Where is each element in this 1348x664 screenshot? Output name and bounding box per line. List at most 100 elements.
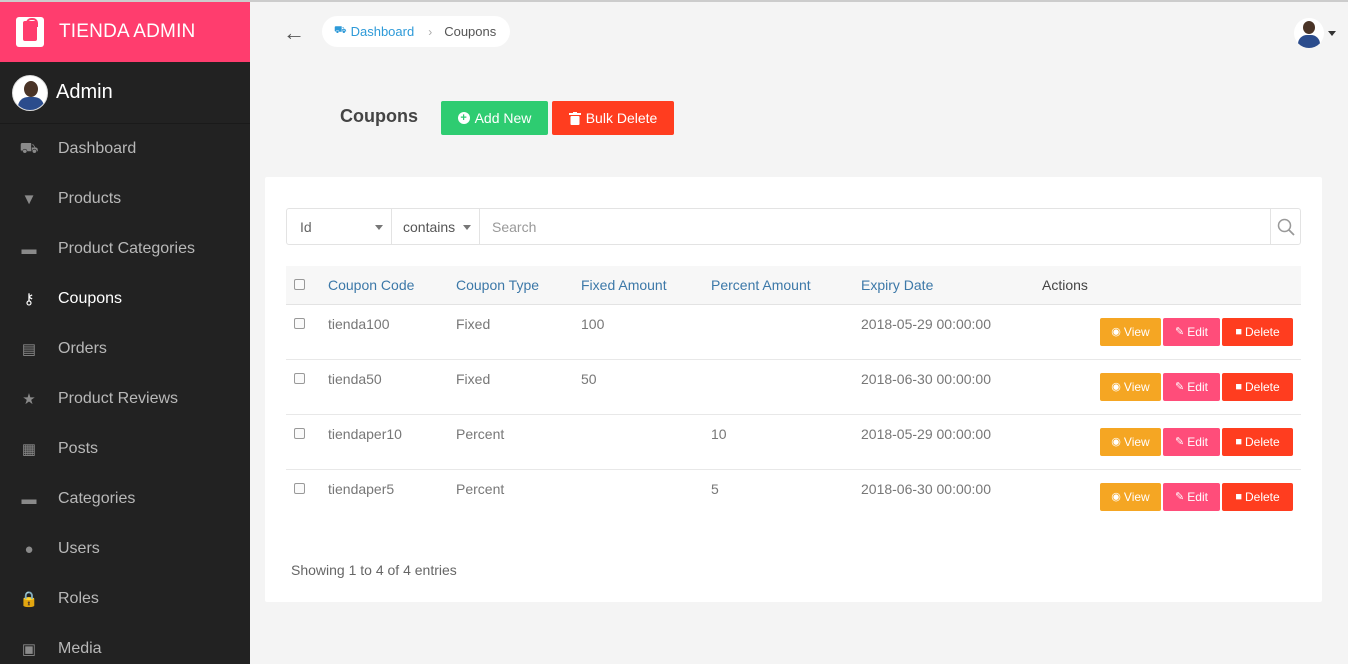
sidebar-item-dashboard[interactable]: ⛟ Dashboard	[0, 124, 250, 174]
col-coupon-type[interactable]: Coupon Type	[456, 266, 581, 304]
chevron-right-icon: ›	[428, 24, 433, 39]
table-row: tiendaper5 Percent 5 2018-06-30 00:00:00 ◉ Vi…	[286, 469, 1301, 524]
delete-label: Delete	[1244, 380, 1280, 394]
sidebar-item-label: Dashboard	[58, 140, 137, 157]
col-fixed-amount[interactable]: Fixed Amount	[581, 266, 711, 304]
view-label: View	[1123, 324, 1150, 339]
select-all-checkbox[interactable]	[294, 278, 305, 290]
caret-down-icon	[375, 225, 383, 230]
sidebar-item-users[interactable]: ● Users	[0, 524, 250, 574]
bulk-delete-button[interactable]: Bulk Delete	[552, 101, 674, 135]
shopping-bag-icon	[16, 17, 44, 47]
sidebar-item-roles[interactable]: 🔒 Roles	[0, 574, 250, 624]
trash-icon: ■	[1235, 491, 1242, 503]
sidebar-item-media[interactable]: ▣ Media	[0, 624, 250, 664]
row-select-cell	[286, 359, 328, 414]
sidebar: TIENDA ADMIN Admin ⛟ Dashboard ▼ Products ▬ P…	[0, 2, 250, 664]
search-button[interactable]	[1270, 209, 1300, 244]
row-checkbox[interactable]	[294, 427, 305, 439]
edit-button[interactable]: ✎ Edit	[1163, 317, 1220, 346]
edit-icon: ✎	[1175, 326, 1185, 338]
cell-coupon-type: Percent	[456, 480, 505, 497]
row-checkbox[interactable]	[294, 317, 305, 329]
cell-fixed-amount	[581, 469, 711, 524]
brand-title: TIENDA ADMIN	[59, 21, 196, 42]
delete-button[interactable]: ■ Delete	[1222, 373, 1293, 401]
sidebar-item-categories[interactable]: ▬ Categories	[0, 474, 250, 524]
delete-label: Delete	[1244, 325, 1280, 339]
search-field-select[interactable]: Id	[287, 209, 392, 244]
coupons-table: Coupon Code Coupon Type Fixed Amount Per…	[286, 266, 1301, 524]
user-menu-avatar[interactable]	[1294, 18, 1324, 48]
image-icon: ▣	[21, 641, 37, 658]
breadcrumb-home-label: Dashboard	[350, 24, 415, 39]
edit-button[interactable]: ✎ Edit	[1163, 372, 1220, 401]
cell-percent-amount: 5	[711, 480, 719, 497]
eye-icon: ◉	[1111, 381, 1121, 393]
edit-label: Edit	[1187, 379, 1208, 394]
user-panel[interactable]: Admin	[0, 62, 250, 124]
add-new-label: Add New	[474, 110, 532, 126]
view-button[interactable]: ◉ View	[1100, 317, 1161, 346]
sidebar-item-label: Coupons	[58, 290, 123, 307]
cell-coupon-code: tiendaper10	[328, 425, 402, 442]
delete-button[interactable]: ■ Delete	[1222, 318, 1293, 346]
trash-icon: ■	[1235, 326, 1242, 338]
dashboard-icon: ⛟	[334, 25, 347, 36]
sidebar-item-product-reviews[interactable]: ★ Product Reviews	[0, 374, 250, 424]
table-row: tienda50 Fixed 50 2018-06-30 00:00:00 ◉ View ✎…	[286, 359, 1301, 414]
lock-icon: 🔒	[19, 591, 39, 608]
sidebar-item-label: Media	[58, 640, 102, 657]
view-button[interactable]: ◉ View	[1100, 372, 1161, 401]
view-label: View	[1123, 489, 1150, 504]
delete-button[interactable]: ■ Delete	[1222, 428, 1293, 456]
edit-label: Edit	[1187, 324, 1208, 339]
cell-percent-amount	[711, 359, 861, 414]
col-coupon-code[interactable]: Coupon Code	[328, 266, 456, 304]
col-expiry-date[interactable]: Expiry Date	[861, 266, 1042, 304]
edit-button[interactable]: ✎ Edit	[1163, 427, 1220, 456]
key-icon: ⚷	[23, 291, 35, 308]
sidebar-item-coupons[interactable]: ⚷ Coupons	[0, 274, 250, 324]
eye-icon: ◉	[1111, 326, 1121, 338]
sidebar-item-product-categories[interactable]: ▬ Product Categories	[0, 224, 250, 274]
search-operator-select[interactable]: contains	[392, 209, 480, 244]
caret-down-icon[interactable]	[1328, 31, 1336, 36]
row-select-cell	[286, 469, 328, 524]
cell-coupon-code: tienda50	[328, 370, 382, 387]
edit-button[interactable]: ✎ Edit	[1163, 482, 1220, 511]
table-row: tienda100 Fixed 100 2018-05-29 00:00:00 ◉ Vie…	[286, 304, 1301, 359]
plus-circle-icon: +	[457, 112, 470, 124]
breadcrumb-home-link[interactable]: ⛟ Dashboard	[334, 24, 414, 39]
trash-icon: ■	[1235, 436, 1242, 448]
breadcrumb-current: Coupons	[444, 24, 497, 39]
row-checkbox[interactable]	[294, 372, 305, 384]
file-icon: ▤	[21, 341, 37, 358]
row-checkbox[interactable]	[294, 482, 305, 494]
view-button[interactable]: ◉ View	[1100, 427, 1161, 456]
search-operator-value: contains	[403, 218, 456, 235]
eye-icon: ◉	[1111, 491, 1121, 503]
col-percent-amount[interactable]: Percent Amount	[711, 266, 861, 304]
breadcrumb: ⛟ Dashboard › Coupons	[322, 16, 511, 47]
cell-fixed-amount	[581, 414, 711, 469]
sidebar-item-orders[interactable]: ▤ Orders	[0, 324, 250, 374]
view-button[interactable]: ◉ View	[1100, 482, 1161, 511]
edit-label: Edit	[1187, 489, 1208, 504]
cell-actions: ◉ View ✎ Edit ■ Delete	[1042, 359, 1301, 414]
cell-actions: ◉ View ✎ Edit ■ Delete	[1042, 304, 1301, 359]
sidebar-nav: ⛟ Dashboard ▼ Products ▬ Product Categories ⚷ C…	[0, 124, 250, 664]
add-new-button[interactable]: + Add New	[441, 101, 548, 135]
brand-bar[interactable]: TIENDA ADMIN	[0, 2, 250, 62]
col-actions: Actions	[1042, 276, 1088, 293]
trash-icon: ■	[1235, 381, 1242, 393]
table-row: tiendaper10 Percent 10 2018-05-29 00:00:00 ◉…	[286, 414, 1301, 469]
back-arrow-icon[interactable]: ←	[283, 20, 305, 46]
star-icon: ★	[22, 391, 36, 408]
search-bar: Id contains	[286, 208, 1301, 245]
sidebar-item-products[interactable]: ▼ Products	[0, 174, 250, 224]
delete-button[interactable]: ■ Delete	[1222, 483, 1293, 511]
sidebar-item-posts[interactable]: ▦ Posts	[0, 424, 250, 474]
search-input[interactable]	[480, 209, 1270, 244]
view-label: View	[1123, 434, 1150, 449]
